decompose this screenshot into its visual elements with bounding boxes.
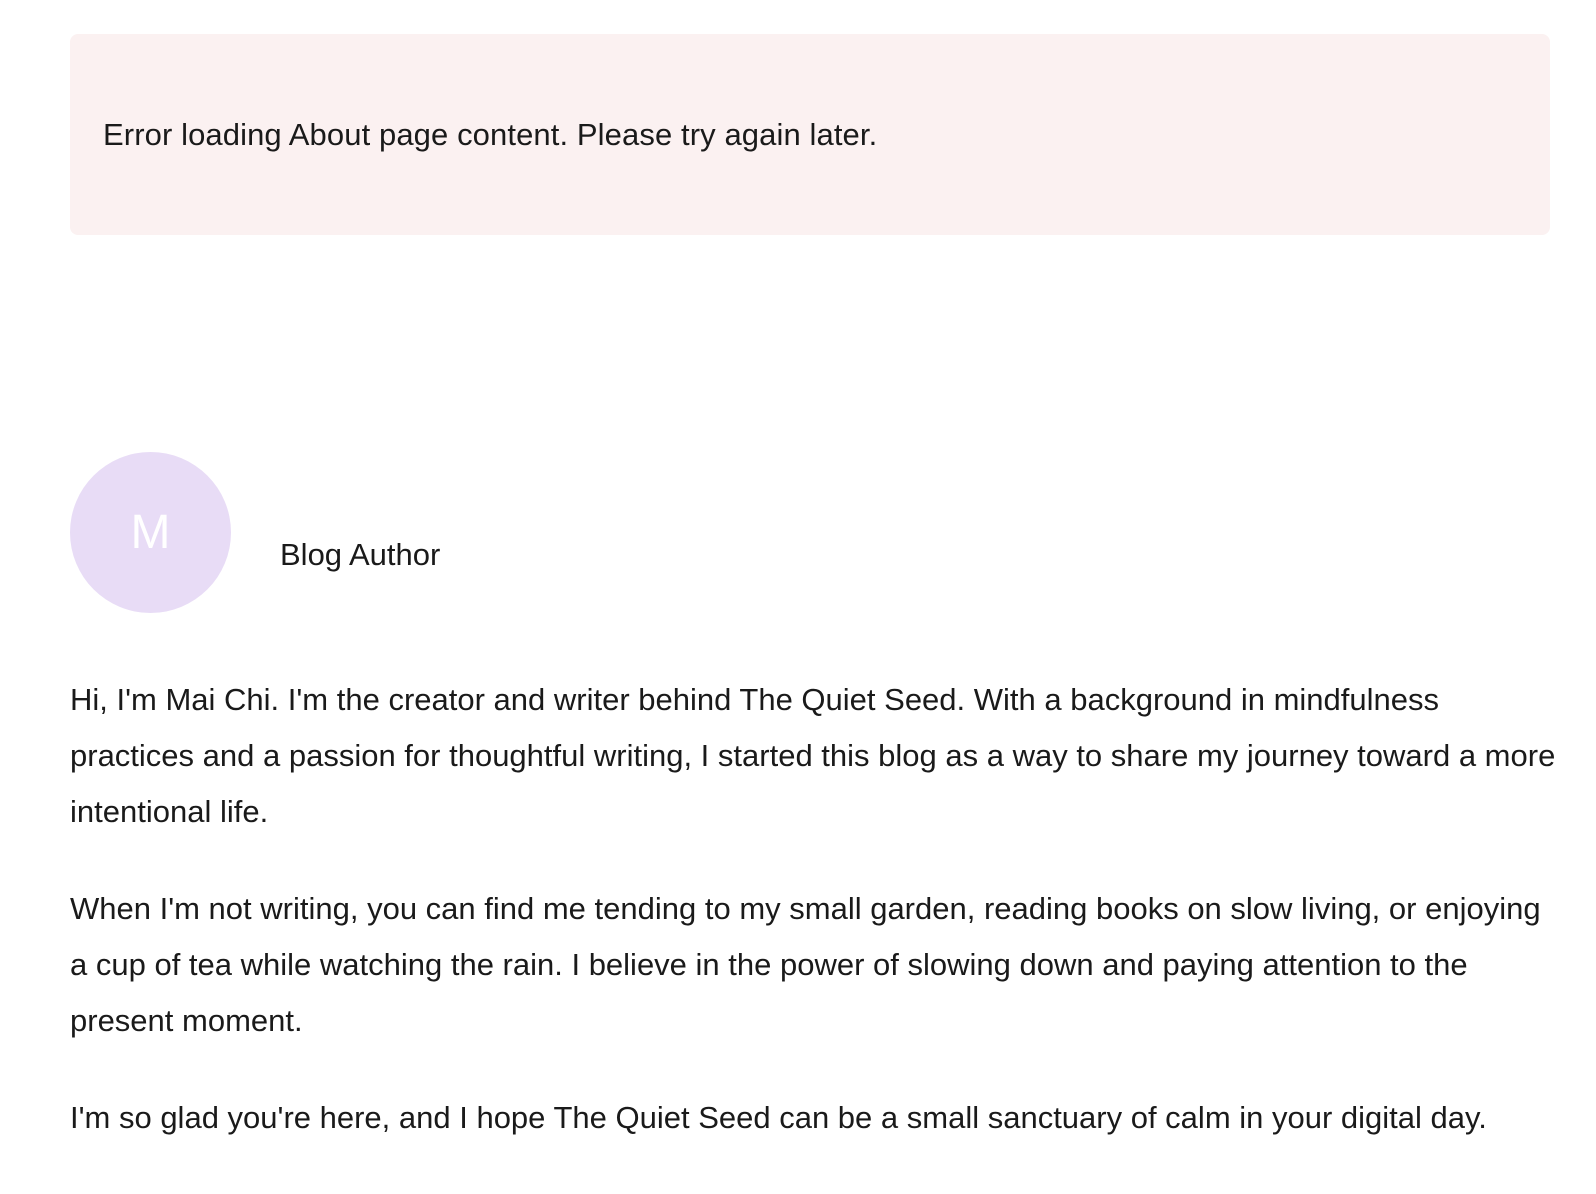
error-message: Error loading About page content. Please…	[103, 116, 878, 152]
avatar: M	[70, 452, 231, 613]
bio-paragraph: I'm so glad you're here, and I hope The …	[70, 1100, 1487, 1135]
error-banner: Error loading About page content. Please…	[70, 34, 1550, 235]
avatar-initial: M	[130, 505, 171, 559]
bio-paragraph: Hi, I'm Mai Chi. I'm the creator and wri…	[70, 682, 1556, 829]
bio-paragraph: When I'm not writing, you can find me te…	[70, 891, 1541, 1038]
author-header: M Blog Author	[70, 452, 440, 613]
bio-section: Hi, I'm Mai Chi. I'm the creator and wri…	[70, 672, 1556, 1187]
author-title: Blog Author	[280, 536, 441, 572]
